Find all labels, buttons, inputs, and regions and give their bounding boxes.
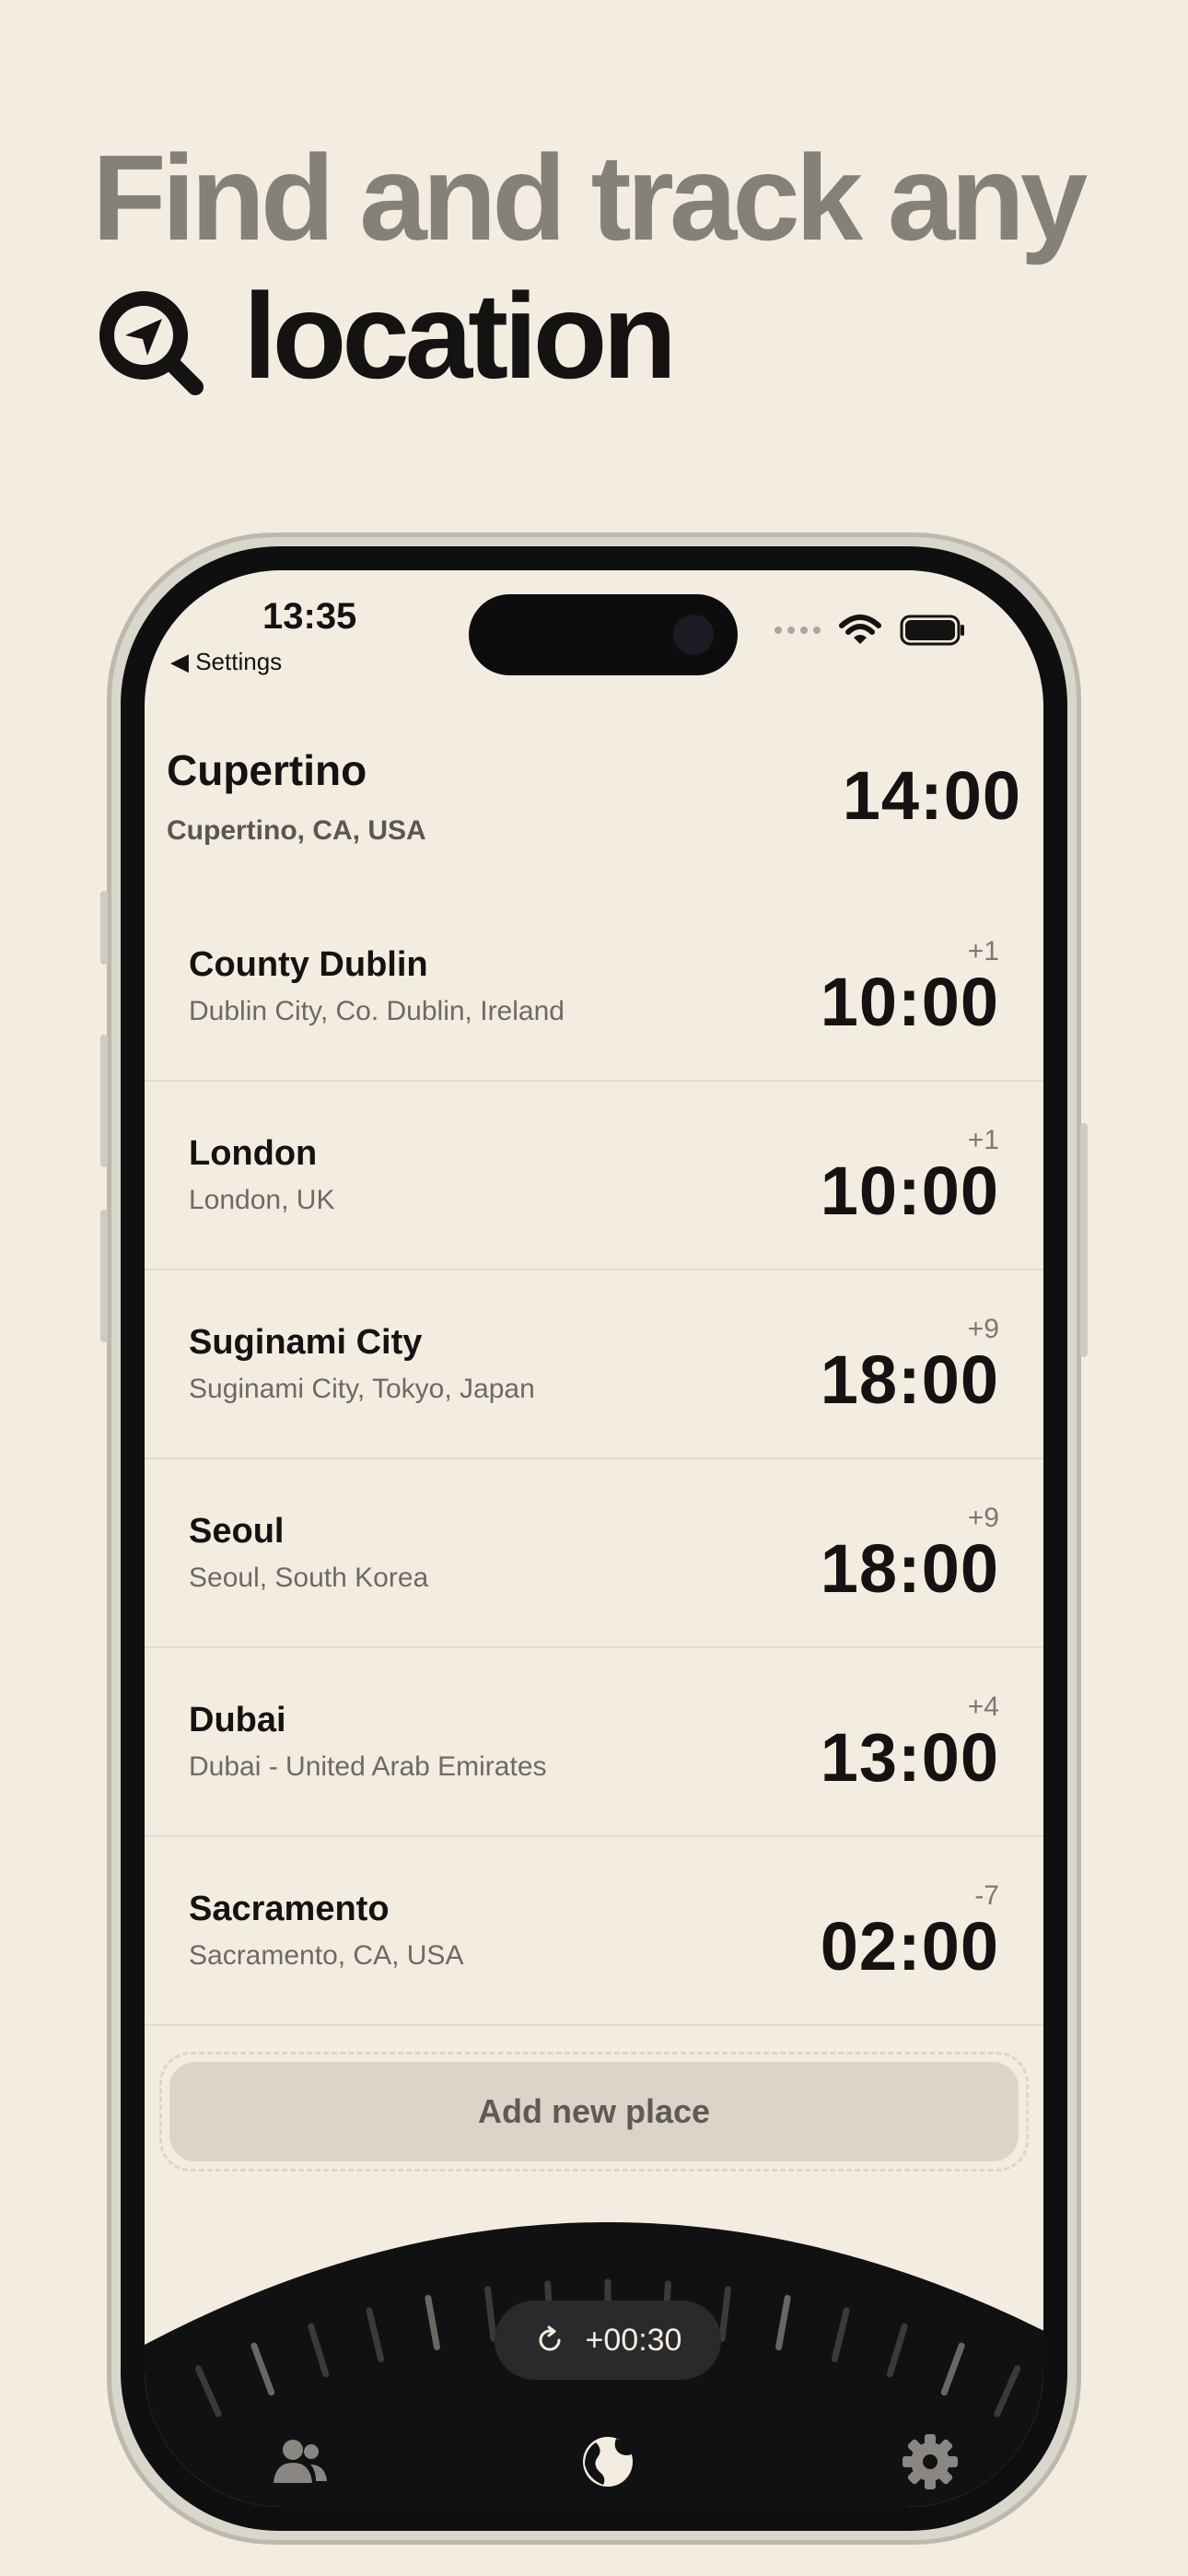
place-offset: +9 — [967, 1502, 999, 1533]
back-to-settings-link[interactable]: ◀ Settings — [170, 648, 282, 676]
place-time: 18:00 — [820, 1341, 999, 1418]
place-name: Seoul — [189, 1512, 285, 1551]
place-offset: +4 — [967, 1691, 999, 1722]
time-offset-label: +00:30 — [585, 2322, 682, 2358]
place-time: 13:00 — [820, 1718, 999, 1796]
home-city-name: Cupertino — [167, 746, 367, 794]
place-name: London — [189, 1134, 318, 1173]
app-store-screenshot: Find and track any location 13:35 ◀ Sett… — [0, 0, 1188, 2576]
add-new-place-button[interactable]: Add new place — [169, 2062, 1019, 2161]
place-subtitle: Dublin City, Co. Dublin, Ireland — [189, 996, 565, 1026]
add-place-container: Add new place — [159, 2052, 1029, 2172]
home-city[interactable]: Cupertino Cupertino, CA, USA 14:00 — [167, 745, 1021, 847]
place-row[interactable]: Seoul Seoul, South Korea +9 18:00 — [145, 1459, 1043, 1648]
place-subtitle: Dubai - United Arab Emirates — [189, 1751, 547, 1782]
phone-frame: 13:35 ◀ Settings Cupertino Cupertino, CA… — [100, 533, 1088, 2545]
headline-line2: location — [92, 267, 1083, 405]
dynamic-island — [469, 594, 738, 675]
phone-screen: 13:35 ◀ Settings Cupertino Cupertino, CA… — [145, 570, 1043, 2507]
camera — [673, 615, 714, 655]
home-city-info: Cupertino Cupertino, CA, USA — [167, 745, 426, 847]
place-offset: +9 — [967, 1313, 999, 1344]
status-time: 13:35 — [262, 596, 357, 637]
place-offset: +1 — [967, 935, 999, 966]
home-city-subtitle: Cupertino, CA, USA — [167, 815, 426, 846]
place-subtitle: London, UK — [189, 1185, 335, 1215]
place-row[interactable]: County Dublin Dublin City, Co. Dublin, Ir… — [145, 893, 1043, 1082]
action-button — [100, 891, 108, 965]
phone-bezel: 13:35 ◀ Settings Cupertino Cupertino, CA… — [121, 546, 1067, 2531]
places-list: County Dublin Dublin City, Co. Dublin, Ir… — [145, 893, 1043, 2026]
battery-icon — [900, 615, 964, 646]
place-name: Suginami City — [189, 1323, 423, 1362]
headline-line2-text: location — [243, 268, 677, 404]
signal-dots-icon — [775, 626, 821, 634]
place-row[interactable]: Sacramento Sacramento, CA, USA -7 02:00 — [145, 1837, 1043, 2026]
location-search-icon — [99, 291, 204, 395]
place-row[interactable]: Suginami City Suginami City, Tokyo, Japan… — [145, 1270, 1043, 1459]
volume-down-button — [100, 1210, 108, 1342]
place-row[interactable]: London London, UK +1 10:00 — [145, 1082, 1043, 1270]
place-name: Dubai — [189, 1701, 286, 1739]
wifi-icon — [839, 615, 881, 644]
time-offset-pill[interactable]: +00:30 — [495, 2301, 721, 2380]
place-name: County Dublin — [189, 945, 428, 984]
place-time: 18:00 — [820, 1529, 999, 1607]
place-subtitle: Sacramento, CA, USA — [189, 1940, 464, 1971]
place-time: 02:00 — [820, 1907, 999, 1985]
people-icon[interactable] — [268, 2430, 332, 2494]
headline: Find and track any location — [92, 129, 1088, 405]
reset-icon — [539, 2325, 561, 2351]
power-button — [1080, 1123, 1088, 1357]
place-row[interactable]: Dubai Dubai - United Arab Emirates +4 13:0… — [145, 1648, 1043, 1837]
place-offset: +1 — [967, 1124, 999, 1155]
status-indicators — [775, 615, 966, 646]
place-subtitle: Suginami City, Tokyo, Japan — [189, 1374, 535, 1404]
place-name: Sacramento — [189, 1890, 390, 1928]
volume-up-button — [100, 1035, 108, 1167]
gear-icon[interactable] — [898, 2430, 962, 2494]
headline-line1: Find and track any — [92, 130, 1088, 265]
place-offset: -7 — [974, 1879, 999, 1911]
place-time: 10:00 — [820, 1152, 999, 1229]
home-city-time: 14:00 — [842, 757, 1021, 834]
globe-icon[interactable] — [576, 2430, 640, 2494]
place-time: 10:00 — [820, 963, 999, 1040]
place-subtitle: Seoul, South Korea — [189, 1563, 429, 1593]
